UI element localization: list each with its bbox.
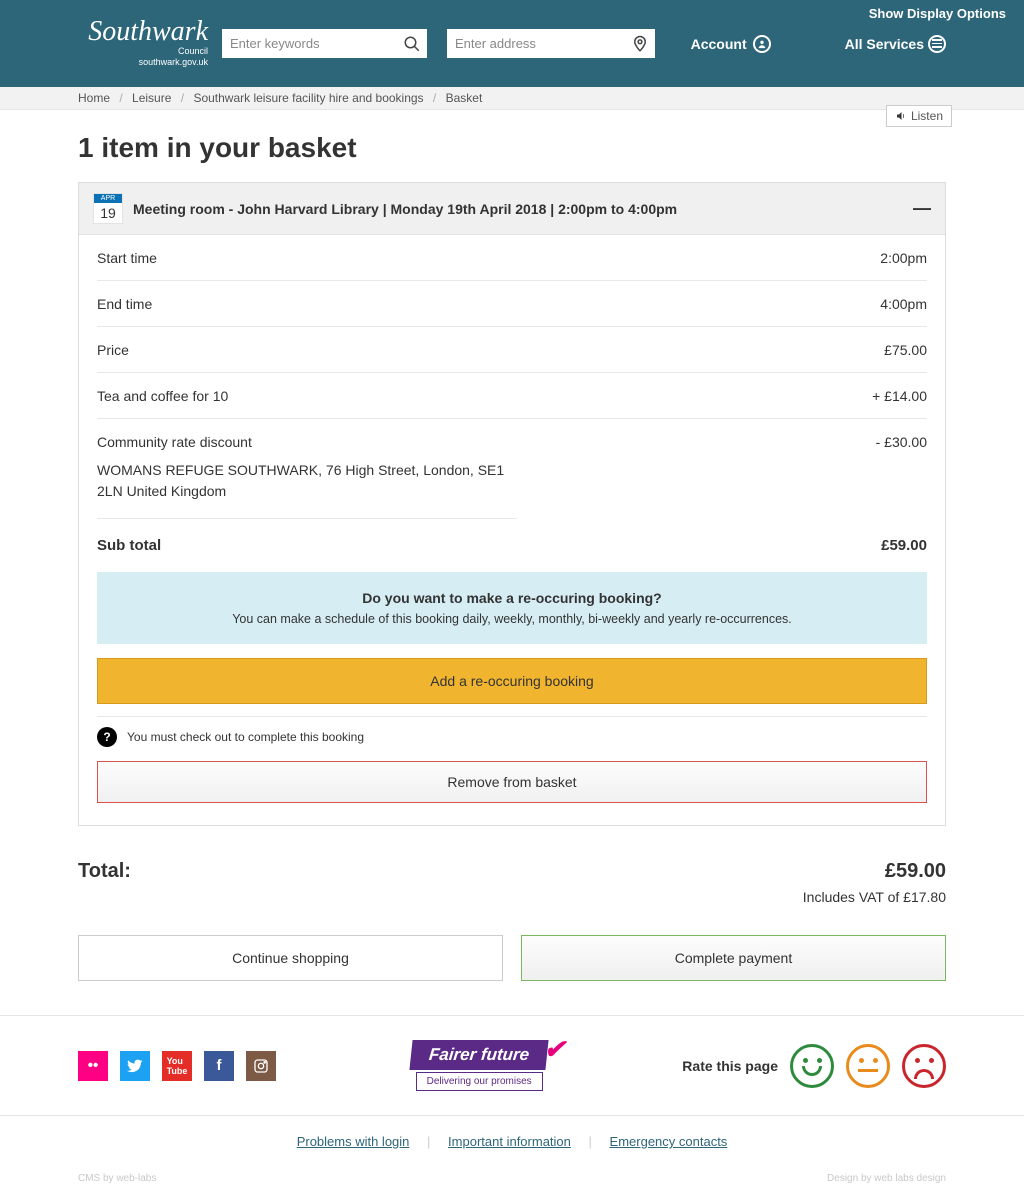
start-time-value: 2:00pm: [880, 250, 927, 266]
all-services-label: All Services: [845, 36, 924, 52]
rate-sad-icon[interactable]: [902, 1044, 946, 1088]
facebook-icon[interactable]: f: [204, 1051, 234, 1081]
basket-item-header[interactable]: APR 19 Meeting room - John Harvard Libra…: [79, 183, 945, 235]
address-search-box: [447, 29, 655, 58]
recurring-info-box: Do you want to make a re-occuring bookin…: [97, 572, 927, 644]
menu-icon: [928, 35, 946, 53]
tick-icon: ✔: [544, 1034, 566, 1065]
discount-value: - £30.00: [876, 434, 927, 450]
listen-button[interactable]: Listen: [886, 105, 952, 127]
account-label: Account: [691, 36, 747, 52]
breadcrumb-leisure[interactable]: Leisure: [132, 91, 171, 105]
youtube-icon[interactable]: YouTube: [162, 1051, 192, 1081]
date-badge: APR 19: [93, 193, 123, 224]
address-search-input[interactable]: [455, 36, 647, 51]
help-icon: ?: [97, 727, 117, 747]
breadcrumb-home[interactable]: Home: [78, 91, 110, 105]
footer-link-emergency[interactable]: Emergency contacts: [610, 1134, 728, 1149]
end-time-value: 4:00pm: [880, 296, 927, 312]
fairer-future-subtitle: Delivering our promises: [416, 1072, 543, 1091]
recurring-question: Do you want to make a re-occuring bookin…: [115, 590, 909, 606]
date-badge-day: 19: [94, 203, 122, 223]
search-icon[interactable]: [403, 35, 421, 53]
remove-from-basket-button[interactable]: Remove from basket: [97, 761, 927, 803]
all-services-link[interactable]: All Services: [845, 35, 946, 53]
footer-social-row: •• YouTube f Fairer future ✔ Delivering …: [0, 1015, 1024, 1115]
rate-page-label: Rate this page: [682, 1058, 778, 1074]
start-time-label: Start time: [97, 250, 157, 266]
discount-label: Community rate discount: [97, 434, 252, 450]
show-display-options-link[interactable]: Show Display Options: [869, 6, 1006, 21]
recurring-description: You can make a schedule of this booking …: [115, 612, 909, 626]
twitter-icon[interactable]: [120, 1051, 150, 1081]
footer-credits: CMS by web-labs Design by web labs desig…: [0, 1167, 1024, 1198]
end-time-label: End time: [97, 296, 152, 312]
user-icon: [753, 35, 771, 53]
collapse-icon[interactable]: —: [913, 198, 931, 219]
instagram-icon[interactable]: [246, 1051, 276, 1081]
flickr-icon[interactable]: ••: [78, 1051, 108, 1081]
extra-value: + £14.00: [872, 388, 927, 404]
continue-shopping-button[interactable]: Continue shopping: [78, 935, 503, 981]
basket-item-card: APR 19 Meeting room - John Harvard Libra…: [78, 182, 946, 826]
vat-note: Includes VAT of £17.80: [78, 889, 946, 905]
southwark-logo[interactable]: Southwark Councilsouthwark.gov.uk: [78, 16, 208, 71]
keyword-search-box: [222, 29, 427, 58]
rate-happy-icon[interactable]: [790, 1044, 834, 1088]
top-header: Show Display Options Southwark Councilso…: [0, 0, 1024, 87]
breadcrumb-current: Basket: [446, 91, 483, 105]
checkout-note: You must check out to complete this book…: [127, 730, 364, 744]
keyword-search-input[interactable]: [230, 36, 419, 51]
listen-label: Listen: [911, 109, 943, 123]
basket-item-title: Meeting room - John Harvard Library | Mo…: [133, 201, 903, 217]
credit-right: Design by web labs design: [827, 1173, 946, 1184]
complete-payment-button[interactable]: Complete payment: [521, 935, 946, 981]
subtotal-label: Sub total: [97, 537, 161, 554]
organisation-address: WOMANS REFUGE SOUTHWARK, 76 High Street,…: [97, 460, 517, 519]
breadcrumb-facility[interactable]: Southwark leisure facility hire and book…: [193, 91, 423, 105]
price-value: £75.00: [884, 342, 927, 358]
add-recurring-button[interactable]: Add a re-occuring booking: [97, 658, 927, 704]
date-badge-month: APR: [94, 194, 122, 203]
speaker-icon: [895, 110, 907, 122]
extra-label: Tea and coffee for 10: [97, 388, 228, 404]
subtotal-value: £59.00: [881, 537, 927, 554]
credit-left: CMS by web-labs: [78, 1173, 156, 1184]
fairer-future-badge: Fairer future ✔ Delivering our promises: [411, 1040, 547, 1091]
footer-links-row: Problems with login | Important informat…: [0, 1115, 1024, 1167]
breadcrumb: Home / Leisure / Southwark leisure facil…: [0, 87, 1024, 110]
footer-link-info[interactable]: Important information: [448, 1134, 571, 1149]
page-title: 1 item in your basket: [78, 132, 946, 164]
price-label: Price: [97, 342, 129, 358]
account-link[interactable]: Account: [691, 35, 771, 53]
location-pin-icon[interactable]: [631, 35, 649, 53]
total-label: Total:: [78, 860, 131, 883]
total-value: £59.00: [885, 860, 946, 883]
footer-link-login[interactable]: Problems with login: [297, 1134, 410, 1149]
fairer-future-title: Fairer future: [428, 1045, 530, 1064]
rate-neutral-icon[interactable]: [846, 1044, 890, 1088]
